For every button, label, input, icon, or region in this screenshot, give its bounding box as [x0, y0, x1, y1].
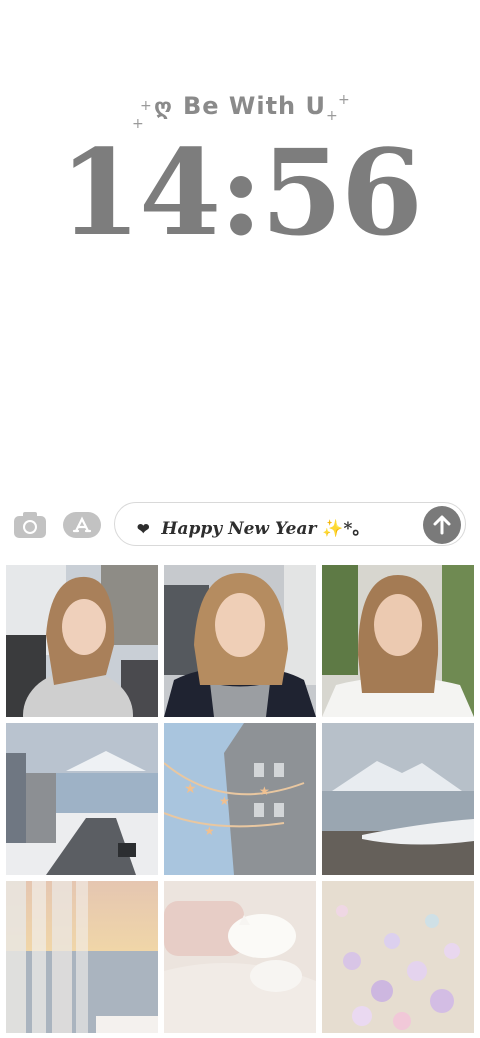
photo-grid: ★ ★ ★ ★	[6, 565, 474, 1033]
photo-tile[interactable]	[6, 881, 158, 1033]
app-store-button[interactable]	[62, 510, 102, 540]
tagline-text: Be With U	[182, 92, 326, 120]
sunset-curtain-photo	[6, 881, 158, 1033]
camera-button[interactable]	[12, 510, 48, 540]
camera-icon	[14, 512, 46, 538]
flower-petals-photo	[322, 881, 474, 1033]
svg-text:★: ★	[204, 824, 215, 838]
photo-tile[interactable]	[6, 565, 158, 717]
heart-doodle-icon: ღ	[154, 95, 173, 120]
photo-tile[interactable]	[322, 565, 474, 717]
message-input[interactable]: ❤ Happy New Year ✨*。	[114, 502, 466, 546]
portrait-photo	[322, 565, 474, 717]
arrow-up-icon	[433, 515, 451, 535]
photo-tile[interactable]	[164, 565, 316, 717]
mountain-lake-photo	[322, 723, 474, 875]
photo-tile[interactable]	[322, 723, 474, 875]
send-button[interactable]	[423, 506, 461, 544]
widget-tagline: ღ Be With U	[0, 92, 480, 120]
svg-text:★: ★	[184, 781, 197, 797]
message-text: ❤ Happy New Year ✨*。	[137, 514, 369, 539]
app-store-icon	[63, 512, 101, 538]
sparkles-emoji: ✨*。	[322, 519, 370, 539]
photo-tile[interactable]	[164, 881, 316, 1033]
clock-time: 14:56	[59, 123, 423, 262]
photo-tile[interactable]: ★ ★ ★ ★	[164, 723, 316, 875]
message-body: Happy New Year	[161, 519, 317, 539]
photo-tile[interactable]	[6, 723, 158, 875]
svg-text:★: ★	[219, 794, 230, 808]
message-composer: ❤ Happy New Year ✨*。	[0, 500, 480, 550]
portrait-photo	[6, 565, 158, 717]
snowy-street-photo	[6, 723, 158, 875]
svg-text:★: ★	[259, 784, 270, 798]
lock-widget: + + + + ღ Be With U 14:56	[0, 0, 480, 300]
heart-emoji: ❤	[137, 520, 150, 538]
cat-on-bed-photo	[164, 881, 316, 1033]
star-garland-photo: ★ ★ ★ ★	[164, 723, 316, 875]
portrait-photo	[164, 565, 316, 717]
photo-tile[interactable]	[322, 881, 474, 1033]
